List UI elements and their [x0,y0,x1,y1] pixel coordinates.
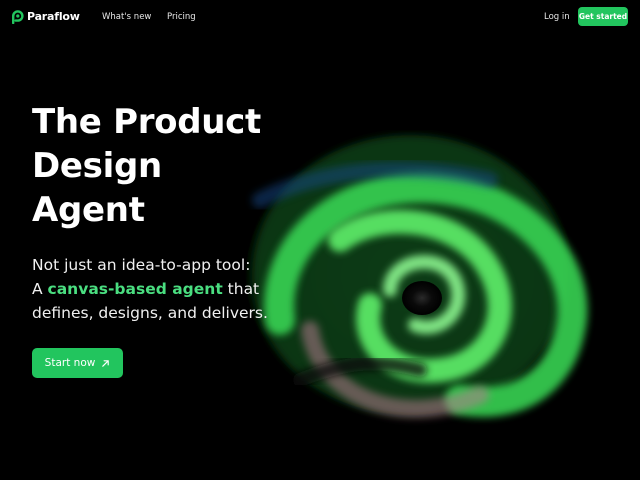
subtitle-prefix: A [32,280,48,298]
subtitle-highlight: canvas-based agent [47,280,223,298]
hero-title-line-1: The Product [32,102,261,142]
subtitle-suffix: that [222,280,260,298]
top-nav: Paraflow What's new Pricing Log in Get s… [0,0,640,34]
hero-subtitle-line-3: defines, designs, and delivers. [32,304,268,322]
brand-name: Paraflow [27,10,80,23]
arrow-up-right-icon [102,359,110,367]
landing-page: Paraflow What's new Pricing Log in Get s… [0,0,640,480]
hero-subtitle-line-2: A canvas-based agent that [32,277,268,301]
hero-title: The Product Design Agent [32,100,261,232]
login-link[interactable]: Log in [544,12,570,22]
paraflow-logo-icon [12,10,24,24]
brand-logo[interactable]: Paraflow [11,9,80,24]
nav-link-whats-new[interactable]: What's new [102,12,151,22]
hero-title-line-2: Design [32,146,162,186]
hero-subtitle-line-1: Not just an idea-to-app tool: [32,256,251,274]
hero-subtitle: Not just an idea-to-app tool: A canvas-b… [32,253,268,325]
nav-link-pricing[interactable]: Pricing [167,12,196,22]
get-started-button[interactable]: Get started [578,7,628,26]
start-now-button[interactable]: Start now [32,348,123,378]
start-now-label: Start now [44,357,96,369]
hero-title-line-3: Agent [32,190,145,230]
